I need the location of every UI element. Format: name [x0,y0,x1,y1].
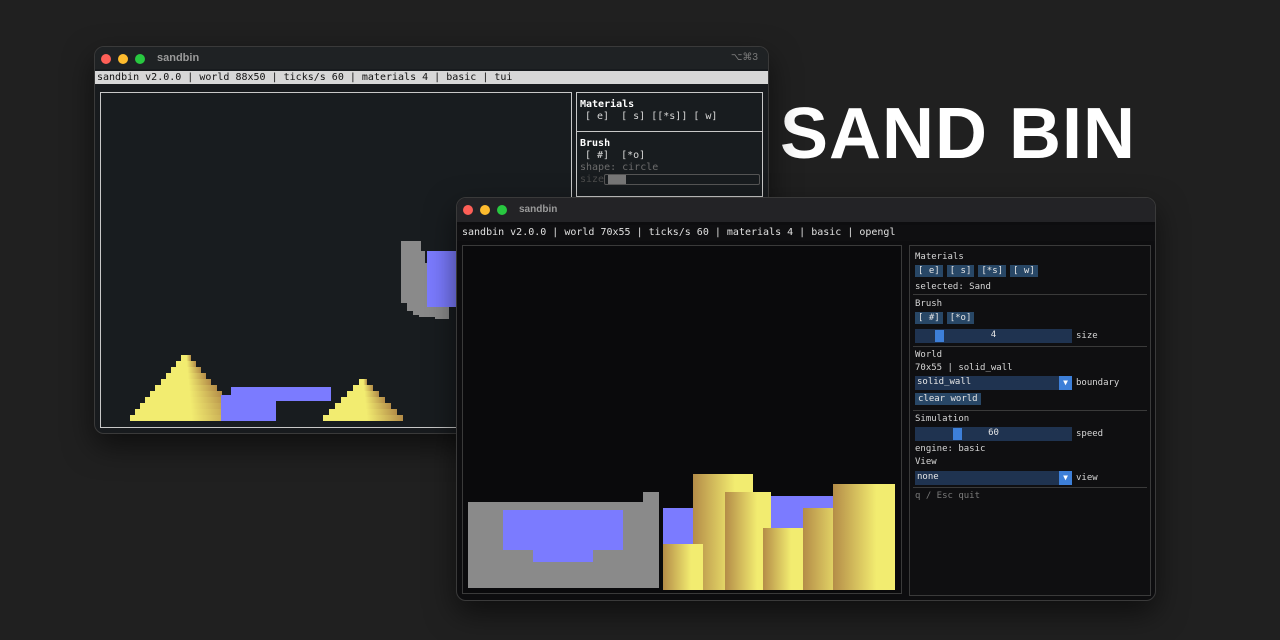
slider-value: 60 [988,428,999,438]
wall-pixel [643,492,659,588]
materials-options[interactable]: [ e] [ s] [[*s]] [ w] [580,111,717,122]
divider [913,410,1147,411]
view-label: View [915,457,937,467]
view-dropdown[interactable]: none ▼ [915,471,1072,485]
shape-label: shape: circle [580,162,659,173]
water-pixel [533,544,593,562]
window-title: sandbin [157,52,200,64]
status-bar: sandbin v2.0.0 | world 70x55 | ticks/s 6… [457,225,1155,241]
control-panel: Materials [ e] [ s] [[*s]] [ w] Brush [ … [576,92,763,204]
materials-label: Materials [915,252,964,262]
tui-titlebar[interactable]: sandbin ⌥⌘3 [95,47,768,69]
brush-circle-button[interactable]: [*o] [946,312,975,324]
sand-pixel [335,403,391,409]
size-track[interactable] [604,174,760,185]
divider [577,131,762,132]
simulation-label: Simulation [915,414,970,424]
view-value: none [917,472,939,482]
sand-pixel [763,528,803,590]
sand-pixel [353,385,373,391]
divider [913,294,1147,295]
divider [913,346,1147,347]
maximize-icon[interactable] [497,205,507,215]
sand-pixel [175,361,197,367]
materials-section: Materials [ e] [ s] [[*s]] [ w] [580,99,717,122]
close-icon[interactable] [101,54,111,64]
shortcut-label: ⌥⌘3 [730,52,758,63]
brush-size-slider[interactable]: 4 [915,329,1072,343]
sand-pixel [833,484,895,590]
size-label: size [1076,331,1098,341]
simulation-canvas[interactable] [462,245,902,594]
brush-square-button[interactable]: [ #] [915,312,943,324]
close-icon[interactable] [463,205,473,215]
brush-section: Brush [ #] [*o] shape: circle size [580,138,760,185]
speed-slider[interactable]: 60 [915,427,1072,441]
clear-world-button[interactable]: clear world [915,393,981,405]
material-selected-sand-button[interactable]: [*s] [978,265,1007,277]
brush-label: Brush [580,138,611,149]
chevron-down-icon[interactable]: ▼ [1059,376,1072,390]
size-label: size [580,174,605,185]
sand-pixel [150,391,222,397]
sand-pixel [329,409,397,415]
speed-label: speed [1076,429,1104,439]
opengl-window[interactable]: sandbin sandbin v2.0.0 | world 70x55 | t… [456,197,1156,601]
divider [913,487,1147,488]
materials-buttons: [ e][ s] [*s][ w] [915,265,1042,277]
material-empty-button[interactable]: [ e] [915,265,943,277]
engine-info: engine: basic [915,444,986,454]
status-bar: sandbin v2.0.0 | world 88x50 | ticks/s 6… [95,71,768,84]
brush-buttons: [ #] [*o] [915,312,978,324]
material-sand-button[interactable]: [ s] [946,265,975,277]
size-handle[interactable] [608,175,626,184]
world-label: World [915,350,943,360]
sand-pixel [359,379,367,385]
sand-pixel [323,415,403,421]
sand-pixel [341,397,385,403]
size-slider[interactable]: size [580,173,760,185]
clear-world-row: clear world [915,393,985,405]
sand-pixel [145,397,227,403]
sand-pixel [663,544,703,590]
minimize-icon[interactable] [480,205,490,215]
sand-pixel [180,355,192,361]
minimize-icon[interactable] [118,54,128,64]
boundary-label: boundary [1076,378,1120,388]
quit-hint: q / Esc quit [915,491,981,501]
sand-pixel [155,385,217,391]
brush-label: Brush [915,299,943,309]
wall-pixel [443,307,449,319]
slider-value: 4 [990,330,997,340]
material-wall-button[interactable]: [ w] [1010,265,1038,277]
sand-pixel [347,391,379,397]
chevron-down-icon[interactable]: ▼ [1059,471,1072,485]
world-info: 70x55 | solid_wall [915,363,1013,373]
window-title: sandbin [519,204,558,215]
water-pixel [221,395,276,421]
boundary-value: solid_wall [917,377,972,387]
materials-label: Materials [580,99,635,110]
boundary-dropdown[interactable]: solid_wall ▼ [915,376,1072,390]
hero-title: SAND BIN [780,94,1137,174]
view-side-label: view [1076,473,1098,483]
control-panel: Materials [ e][ s] [*s][ w] selected: San… [909,245,1151,596]
selected-material: selected: Sand [915,282,991,292]
brush-options[interactable]: [ #] [*o] [580,150,760,161]
sand-pixel [160,379,212,385]
maximize-icon[interactable] [135,54,145,64]
sand-pixel [165,373,207,379]
gl-titlebar[interactable]: sandbin [457,198,1155,222]
sand-pixel [170,367,202,373]
water-pixel [427,251,457,307]
sand-pixel [140,403,232,409]
